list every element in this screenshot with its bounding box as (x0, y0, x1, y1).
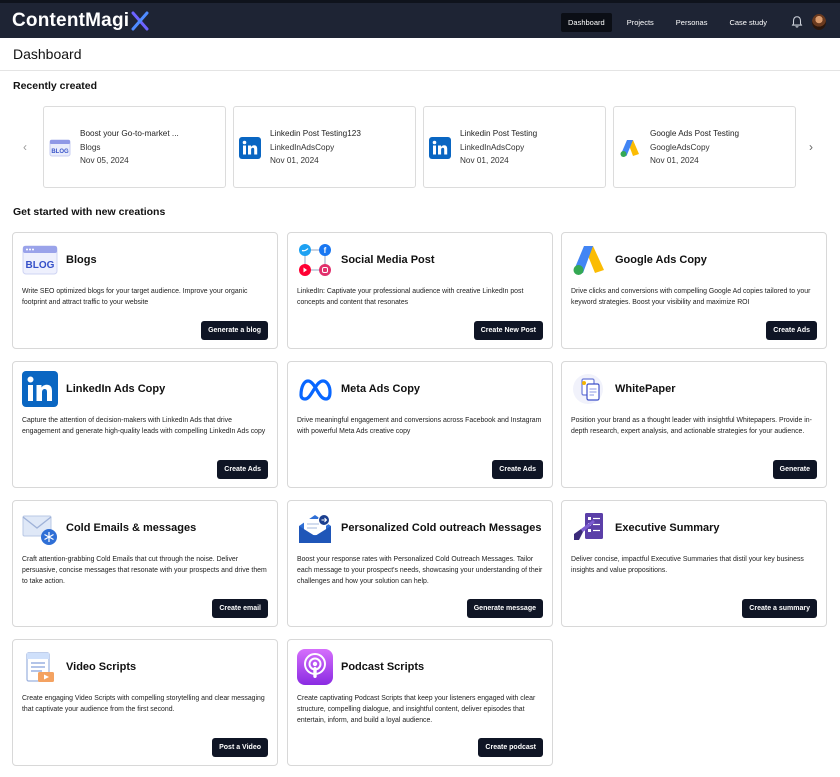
card-title: WhitePaper (615, 383, 676, 395)
blog-icon: BLOG (22, 245, 58, 275)
creation-card-blogs: BLOG Blogs Write SEO optimized blogs for… (12, 232, 278, 349)
svg-text:BLOG: BLOG (51, 149, 69, 155)
card-title: Video Scripts (66, 661, 137, 673)
card-description: Drive meaningful engagement and conversi… (297, 417, 542, 435)
app-logo[interactable]: ContentMagi (12, 10, 150, 32)
recent-item-title: Boost your Go-to-market ... (80, 129, 179, 138)
create-summary-button[interactable]: Create a summary (742, 599, 817, 618)
linkedin-icon (429, 137, 451, 159)
card-description: Drive clicks and conversions with compel… (571, 288, 811, 306)
create-ads-button[interactable]: Create Ads (766, 321, 817, 340)
recently-created-heading: Recently created (13, 80, 98, 92)
recent-item-date: Nov 01, 2024 (460, 156, 509, 165)
creation-card-executive-summary: Executive Summary Deliver concise, impac… (561, 500, 827, 627)
create-ads-button[interactable]: Create Ads (217, 460, 268, 479)
social-media-icon: f (299, 244, 331, 276)
svg-text:BLOG: BLOG (26, 260, 55, 271)
card-title: LinkedIn Ads Copy (66, 383, 166, 395)
creation-card-google-ads-copy: Google Ads Copy Drive clicks and convers… (561, 232, 827, 349)
card-description: Capture the attention of decision-makers… (22, 417, 266, 435)
recent-item[interactable]: Google Ads Post Testing GoogleAdsCopy No… (613, 106, 796, 188)
recent-item[interactable]: Linkedin Post Testing123 LinkedInAdsCopy… (233, 106, 416, 188)
logo-text: ContentMagi (12, 10, 130, 31)
creation-card-cold-emails: Cold Emails & messages Craft attention-g… (12, 500, 278, 627)
creation-card-meta-ads-copy: Meta Ads Copy Drive meaningful engagemen… (287, 361, 553, 488)
bell-icon[interactable] (790, 15, 804, 29)
recent-item[interactable]: BLOG Boost your Go-to-market ... Blogs N… (43, 106, 226, 188)
recent-item-type: LinkedInAdsCopy (270, 142, 335, 152)
creation-card-video-scripts: Video Scripts Create engaging Video Scri… (12, 639, 278, 766)
nav-item-projects[interactable]: Projects (620, 13, 661, 32)
create-email-button[interactable]: Create email (212, 599, 268, 618)
top-navigation-bar: ContentMagi Dashboard Projects Personas … (0, 0, 840, 38)
linkedin-icon (239, 137, 261, 159)
create-new-post-button[interactable]: Create New Post (473, 321, 543, 340)
card-title: Podcast Scripts (341, 661, 425, 673)
recent-item-title: Linkedin Post Testing (460, 129, 538, 138)
card-description: Position your brand as a thought leader … (571, 417, 812, 435)
user-avatar[interactable] (812, 14, 826, 30)
blog-icon: BLOG (49, 139, 71, 157)
linkedin-icon (22, 371, 58, 407)
new-creations-heading: Get started with new creations (13, 206, 166, 218)
card-title: Google Ads Copy (615, 254, 707, 266)
svg-text:f: f (324, 246, 327, 255)
outreach-icon (299, 514, 331, 543)
recent-item-date: Nov 01, 2024 (270, 156, 319, 165)
recent-item-date: Nov 01, 2024 (650, 156, 699, 165)
creation-card-whitepaper: WhitePaper Position your brand as a thou… (561, 361, 827, 488)
logo-x-mark-icon (131, 11, 149, 31)
create-podcast-button[interactable]: Create podcast (478, 738, 543, 757)
card-description: Create captivating Podcast Scripts that … (297, 695, 536, 724)
card-description: Boost your response rates with Personali… (297, 556, 543, 585)
recent-item[interactable]: Linkedin Post Testing LinkedInAdsCopy No… (423, 106, 606, 188)
card-title: Social Media Post (341, 254, 435, 266)
card-title: Blogs (66, 254, 97, 266)
main-nav: Dashboard Projects Personas Case study (560, 3, 840, 41)
create-ads-button[interactable]: Create Ads (492, 460, 543, 479)
recent-item-title: Linkedin Post Testing123 (270, 129, 361, 138)
recent-item-type: GoogleAdsCopy (650, 142, 710, 152)
header-divider (0, 70, 840, 71)
card-description: Craft attention-grabbing Cold Emails tha… (22, 556, 267, 585)
recent-item-date: Nov 05, 2024 (80, 156, 129, 165)
executive-summary-icon (574, 513, 603, 540)
card-description: Deliver concise, impactful Executive Sum… (571, 556, 804, 574)
generate-whitepaper-button[interactable]: Generate (772, 460, 817, 479)
card-title: Meta Ads Copy (341, 383, 421, 395)
creation-card-personalized-cold-outreach: Personalized Cold outreach Messages Boos… (287, 500, 553, 627)
recent-item-type: LinkedInAdsCopy (460, 142, 525, 152)
creation-card-podcast-scripts: Podcast Scripts Create captivating Podca… (287, 639, 553, 766)
meta-icon (299, 379, 332, 401)
carousel-prev-button[interactable]: ‹ (23, 140, 27, 154)
google-ads-icon (573, 246, 604, 275)
recent-item-type: Blogs (80, 142, 101, 152)
card-title: Cold Emails & messages (66, 522, 197, 534)
podcast-icon (297, 649, 333, 685)
card-description: Create engaging Video Scripts with compe… (22, 695, 265, 713)
google-ads-icon (620, 140, 639, 157)
carousel-next-button[interactable]: › (809, 140, 813, 154)
generate-message-button[interactable]: Generate message (466, 599, 543, 618)
email-icon (22, 515, 57, 545)
creation-card-linkedin-ads-copy: LinkedIn Ads Copy Capture the attention … (12, 361, 278, 488)
generate-blog-button[interactable]: Generate a blog (201, 321, 268, 340)
card-description: LinkedIn: Captivate your professional au… (297, 288, 524, 306)
nav-item-dashboard[interactable]: Dashboard (560, 12, 612, 32)
video-script-icon (26, 652, 54, 682)
nav-item-personas[interactable]: Personas (669, 13, 715, 32)
recent-item-title: Google Ads Post Testing (650, 129, 740, 138)
card-description: Write SEO optimized blogs for your targe… (22, 288, 248, 306)
card-title: Personalized Cold outreach Messages (341, 522, 542, 534)
page-title: Dashboard (13, 46, 82, 62)
post-video-button[interactable]: Post a Video (212, 738, 268, 757)
creation-card-social-media-post: f Social Media Post LinkedIn: Captivate … (287, 232, 553, 349)
whitepaper-icon (573, 374, 603, 404)
card-title: Executive Summary (615, 522, 720, 534)
nav-item-case-study[interactable]: Case study (722, 13, 774, 32)
